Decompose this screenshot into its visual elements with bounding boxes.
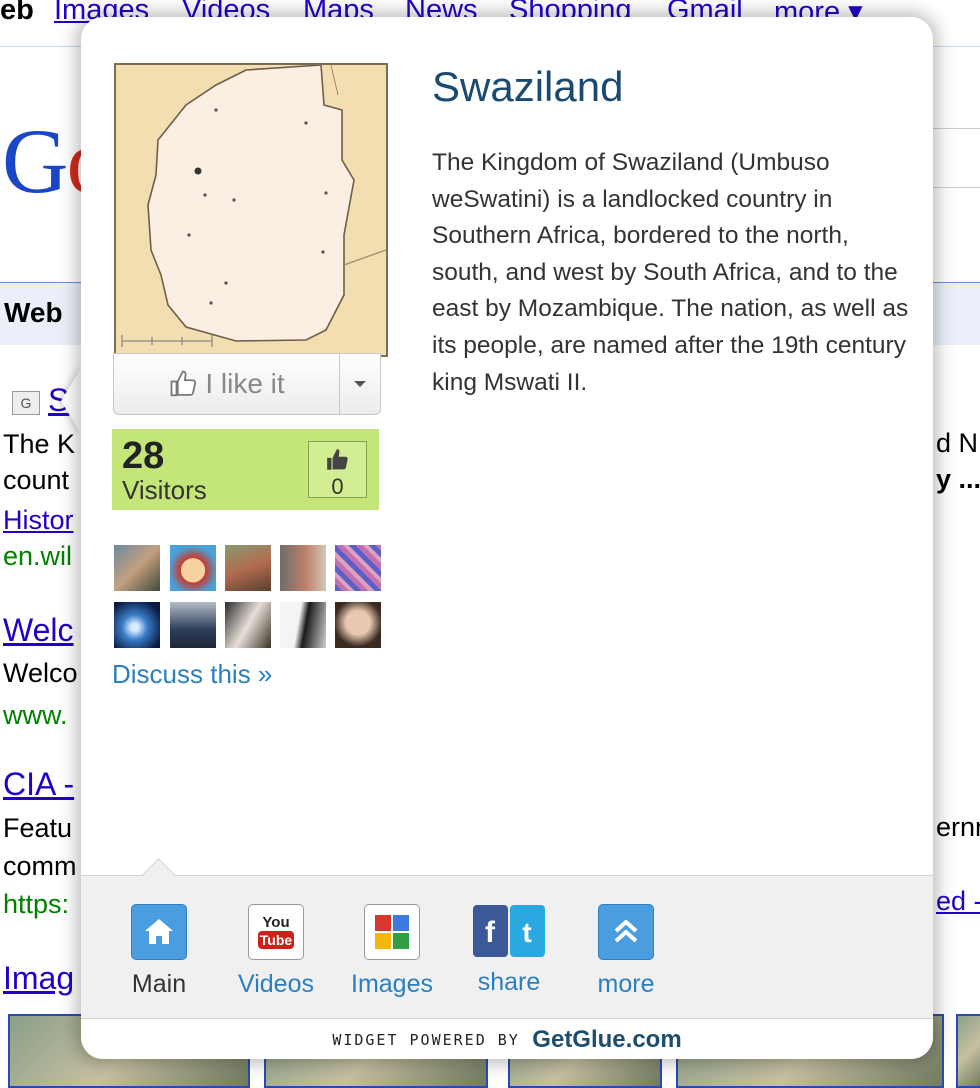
getglue-widget-popup: I like it 28 Visitors 0 Discuss this » S… <box>81 17 933 1059</box>
result-3-snippet: Featu <box>3 813 73 843</box>
g-result-icon: G <box>12 391 40 415</box>
web-label: Web <box>4 297 63 328</box>
tab-videos[interactable]: You Tube Videos <box>226 904 326 999</box>
widget-footer: WIDGET POWERED BY GetGlue.com <box>81 1018 933 1059</box>
svg-text:You: You <box>262 914 289 931</box>
getglue-link[interactable]: GetGlue.com <box>532 1026 681 1053</box>
svg-text:f: f <box>485 916 496 949</box>
like-dropdown-button[interactable] <box>339 353 381 415</box>
result-2-title[interactable]: Welc <box>3 612 74 650</box>
thumbs-up-counter[interactable]: 0 <box>308 441 367 499</box>
tab-images-label: Images <box>351 970 433 998</box>
thumbs-up-icon <box>326 449 348 470</box>
facebook-twitter-icon: f t <box>472 904 546 958</box>
result-3-url: https: <box>3 889 70 919</box>
discuss-link[interactable]: Discuss this » <box>112 659 272 690</box>
svg-text:Tube: Tube <box>260 932 293 948</box>
avatar[interactable] <box>335 602 381 648</box>
result-3-title[interactable]: CIA - <box>3 766 74 804</box>
avatar[interactable] <box>114 545 160 591</box>
active-tab-notch <box>142 858 175 891</box>
powered-by-text: WIDGET POWERED BY <box>332 1031 520 1049</box>
search-box-edge[interactable] <box>930 128 980 188</box>
country-title: Swaziland <box>432 63 624 110</box>
result-3-snippet-2: comm <box>3 851 77 881</box>
popup-pointer <box>61 365 83 437</box>
image-thumb[interactable] <box>956 1014 980 1088</box>
result-2-url: www. <box>3 700 68 730</box>
result-2-snippet: Welco <box>3 658 78 688</box>
tab-videos-label: Videos <box>238 970 314 998</box>
right-fragment-4[interactable]: ed - <box>936 886 980 917</box>
tab-share[interactable]: f t share <box>459 904 559 997</box>
nav-current-web: eb <box>0 0 34 26</box>
thumbs-up-icon <box>170 370 197 397</box>
like-button[interactable]: I like it <box>113 353 340 415</box>
avatar[interactable] <box>280 545 326 591</box>
avatar[interactable] <box>170 545 216 591</box>
visitor-avatars <box>114 545 382 649</box>
visitor-count: 28 <box>122 435 165 477</box>
right-fragment-2: y ... <box>936 464 980 494</box>
right-fragment-3: ernn <box>936 812 980 842</box>
avatar[interactable] <box>114 602 160 648</box>
result-1-link[interactable]: Histor <box>3 502 74 538</box>
avatar[interactable] <box>170 602 216 648</box>
country-map[interactable] <box>114 63 388 357</box>
widget-tab-bar: Main You Tube Videos Images f t share mo… <box>81 858 933 1019</box>
tab-main-label: Main <box>131 970 187 998</box>
avatar[interactable] <box>225 545 271 591</box>
tab-more[interactable]: more <box>576 904 676 999</box>
chevron-up-icon <box>598 904 654 960</box>
tab-more-label: more <box>597 970 655 998</box>
chevron-down-icon <box>354 381 366 387</box>
result-1-snippet-2: count <box>3 465 70 495</box>
avatar[interactable] <box>280 602 326 648</box>
avatar[interactable] <box>335 545 381 591</box>
visitors-panel: 28 Visitors 0 <box>112 429 379 510</box>
visitors-label: Visitors <box>122 475 207 505</box>
tab-main[interactable]: Main <box>109 904 209 999</box>
result-4-title[interactable]: Imag <box>3 960 74 998</box>
like-label: I like it <box>205 368 285 399</box>
google-images-icon <box>364 904 420 960</box>
home-icon <box>131 904 187 960</box>
svg-text:t: t <box>522 917 531 948</box>
tab-share-label: share <box>477 968 541 996</box>
country-description: The Kingdom of Swaziland (Umbuso weSwati… <box>432 149 909 396</box>
right-fragment-1: d N <box>936 428 979 458</box>
youtube-icon: You Tube <box>248 904 304 960</box>
tab-images[interactable]: Images <box>342 904 442 999</box>
result-1-url: en.wil <box>3 541 73 571</box>
avatar[interactable] <box>225 602 271 648</box>
thumbs-count: 0 <box>331 474 344 499</box>
